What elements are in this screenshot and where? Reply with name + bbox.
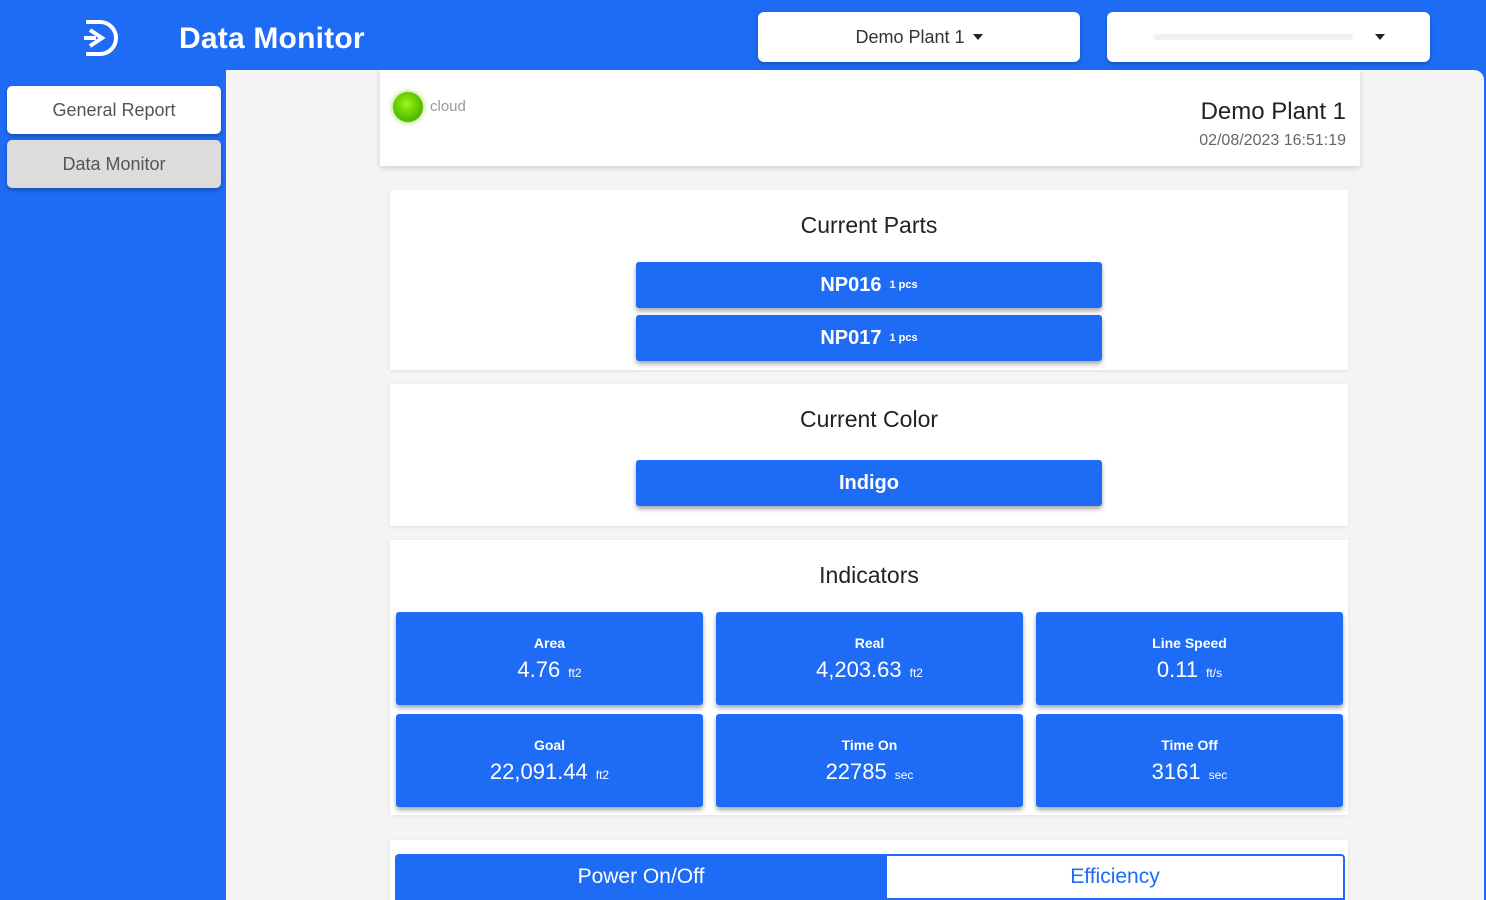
- color-value: Indigo: [839, 471, 899, 494]
- connection-label: cloud: [430, 98, 466, 115]
- sidebar-item-general-report[interactable]: General Report: [7, 86, 221, 134]
- current-color-title: Current Color: [799, 406, 939, 432]
- indicator-tile-real: Real 4,203.63 ft2: [716, 612, 1023, 705]
- app-title: Data Monitor: [179, 22, 365, 55]
- sidebar-item-data-monitor[interactable]: Data Monitor: [7, 140, 221, 188]
- indicator-unit: ft2: [568, 665, 582, 680]
- chart-tabs: Power On/Off Efficiency: [390, 840, 1348, 900]
- app-logo-icon: [84, 20, 118, 56]
- indicator-unit: sec: [1208, 767, 1228, 782]
- part-button-np017[interactable]: NP017 1 pcs: [636, 315, 1102, 361]
- plant-select-value: Demo Plant 1: [855, 26, 965, 47]
- indicator-value: 3161: [1151, 758, 1201, 784]
- online-status-icon: [393, 92, 423, 122]
- sidebar: General Report Data Monitor: [0, 70, 226, 900]
- indicator-value: 0.11: [1156, 656, 1199, 682]
- indicator-tile-time-on: Time On 22785 sec: [716, 714, 1023, 807]
- indicator-label: Time Off: [1161, 736, 1218, 753]
- part-name: NP016: [820, 273, 882, 296]
- chevron-down-icon: [972, 34, 983, 40]
- part-qty: 1 pcs: [889, 279, 918, 291]
- main-content: cloud Demo Plant 1 02/08/2023 16:51:19 C…: [226, 70, 1484, 900]
- current-color-card: Current Color Indigo: [390, 384, 1348, 526]
- part-name: NP017: [820, 326, 882, 349]
- indicator-value: 4.76: [517, 656, 561, 682]
- indicators-card: Indicators Area 4.76 ft2 Real 4,203.63 ft2…: [390, 540, 1348, 815]
- indicator-label: Goal: [533, 736, 566, 753]
- part-button-np016[interactable]: NP016 1 pcs: [636, 262, 1102, 308]
- plant-select[interactable]: Demo Plant 1: [758, 12, 1080, 62]
- indicator-label: Real: [854, 634, 885, 651]
- secondary-select-value: [1152, 34, 1353, 40]
- secondary-select[interactable]: [1107, 12, 1430, 62]
- indicator-unit: ft/s: [1206, 665, 1223, 680]
- plant-name: Demo Plant 1: [1200, 98, 1346, 125]
- indicators-title: Indicators: [819, 562, 919, 588]
- chevron-down-icon: [1374, 34, 1385, 40]
- plant-timestamp: 02/08/2023 16:51:19: [1199, 132, 1346, 149]
- status-card: cloud Demo Plant 1 02/08/2023 16:51:19: [380, 70, 1360, 166]
- indicator-label: Line Speed: [1152, 634, 1227, 651]
- indicator-value: 4,203.63: [816, 656, 902, 682]
- color-button[interactable]: Indigo: [636, 460, 1102, 506]
- current-parts-title: Current Parts: [800, 212, 938, 238]
- indicator-tile-line-speed: Line Speed 0.11 ft/s: [1036, 612, 1343, 705]
- indicator-tile-time-off: Time Off 3161 sec: [1036, 714, 1343, 807]
- tab-efficiency[interactable]: Efficiency: [887, 854, 1345, 900]
- indicator-unit: sec: [894, 767, 914, 782]
- indicator-value: 22785: [825, 758, 887, 784]
- indicator-unit: ft2: [909, 665, 923, 680]
- top-bar: Data Monitor Demo Plant 1: [0, 0, 1486, 70]
- current-parts-card: Current Parts NP016 1 pcs NP017 1 pcs: [390, 190, 1348, 370]
- indicator-tile-area: Area 4.76 ft2: [396, 612, 703, 705]
- indicator-label: Time On: [841, 736, 898, 753]
- indicator-tile-goal: Goal 22,091.44 ft2: [396, 714, 703, 807]
- indicator-unit: ft2: [595, 767, 610, 782]
- part-qty: 1 pcs: [889, 332, 918, 344]
- indicator-value: 22,091.44: [489, 758, 588, 784]
- tab-power-on-off[interactable]: Power On/Off: [395, 854, 887, 900]
- indicator-label: Area: [533, 634, 566, 651]
